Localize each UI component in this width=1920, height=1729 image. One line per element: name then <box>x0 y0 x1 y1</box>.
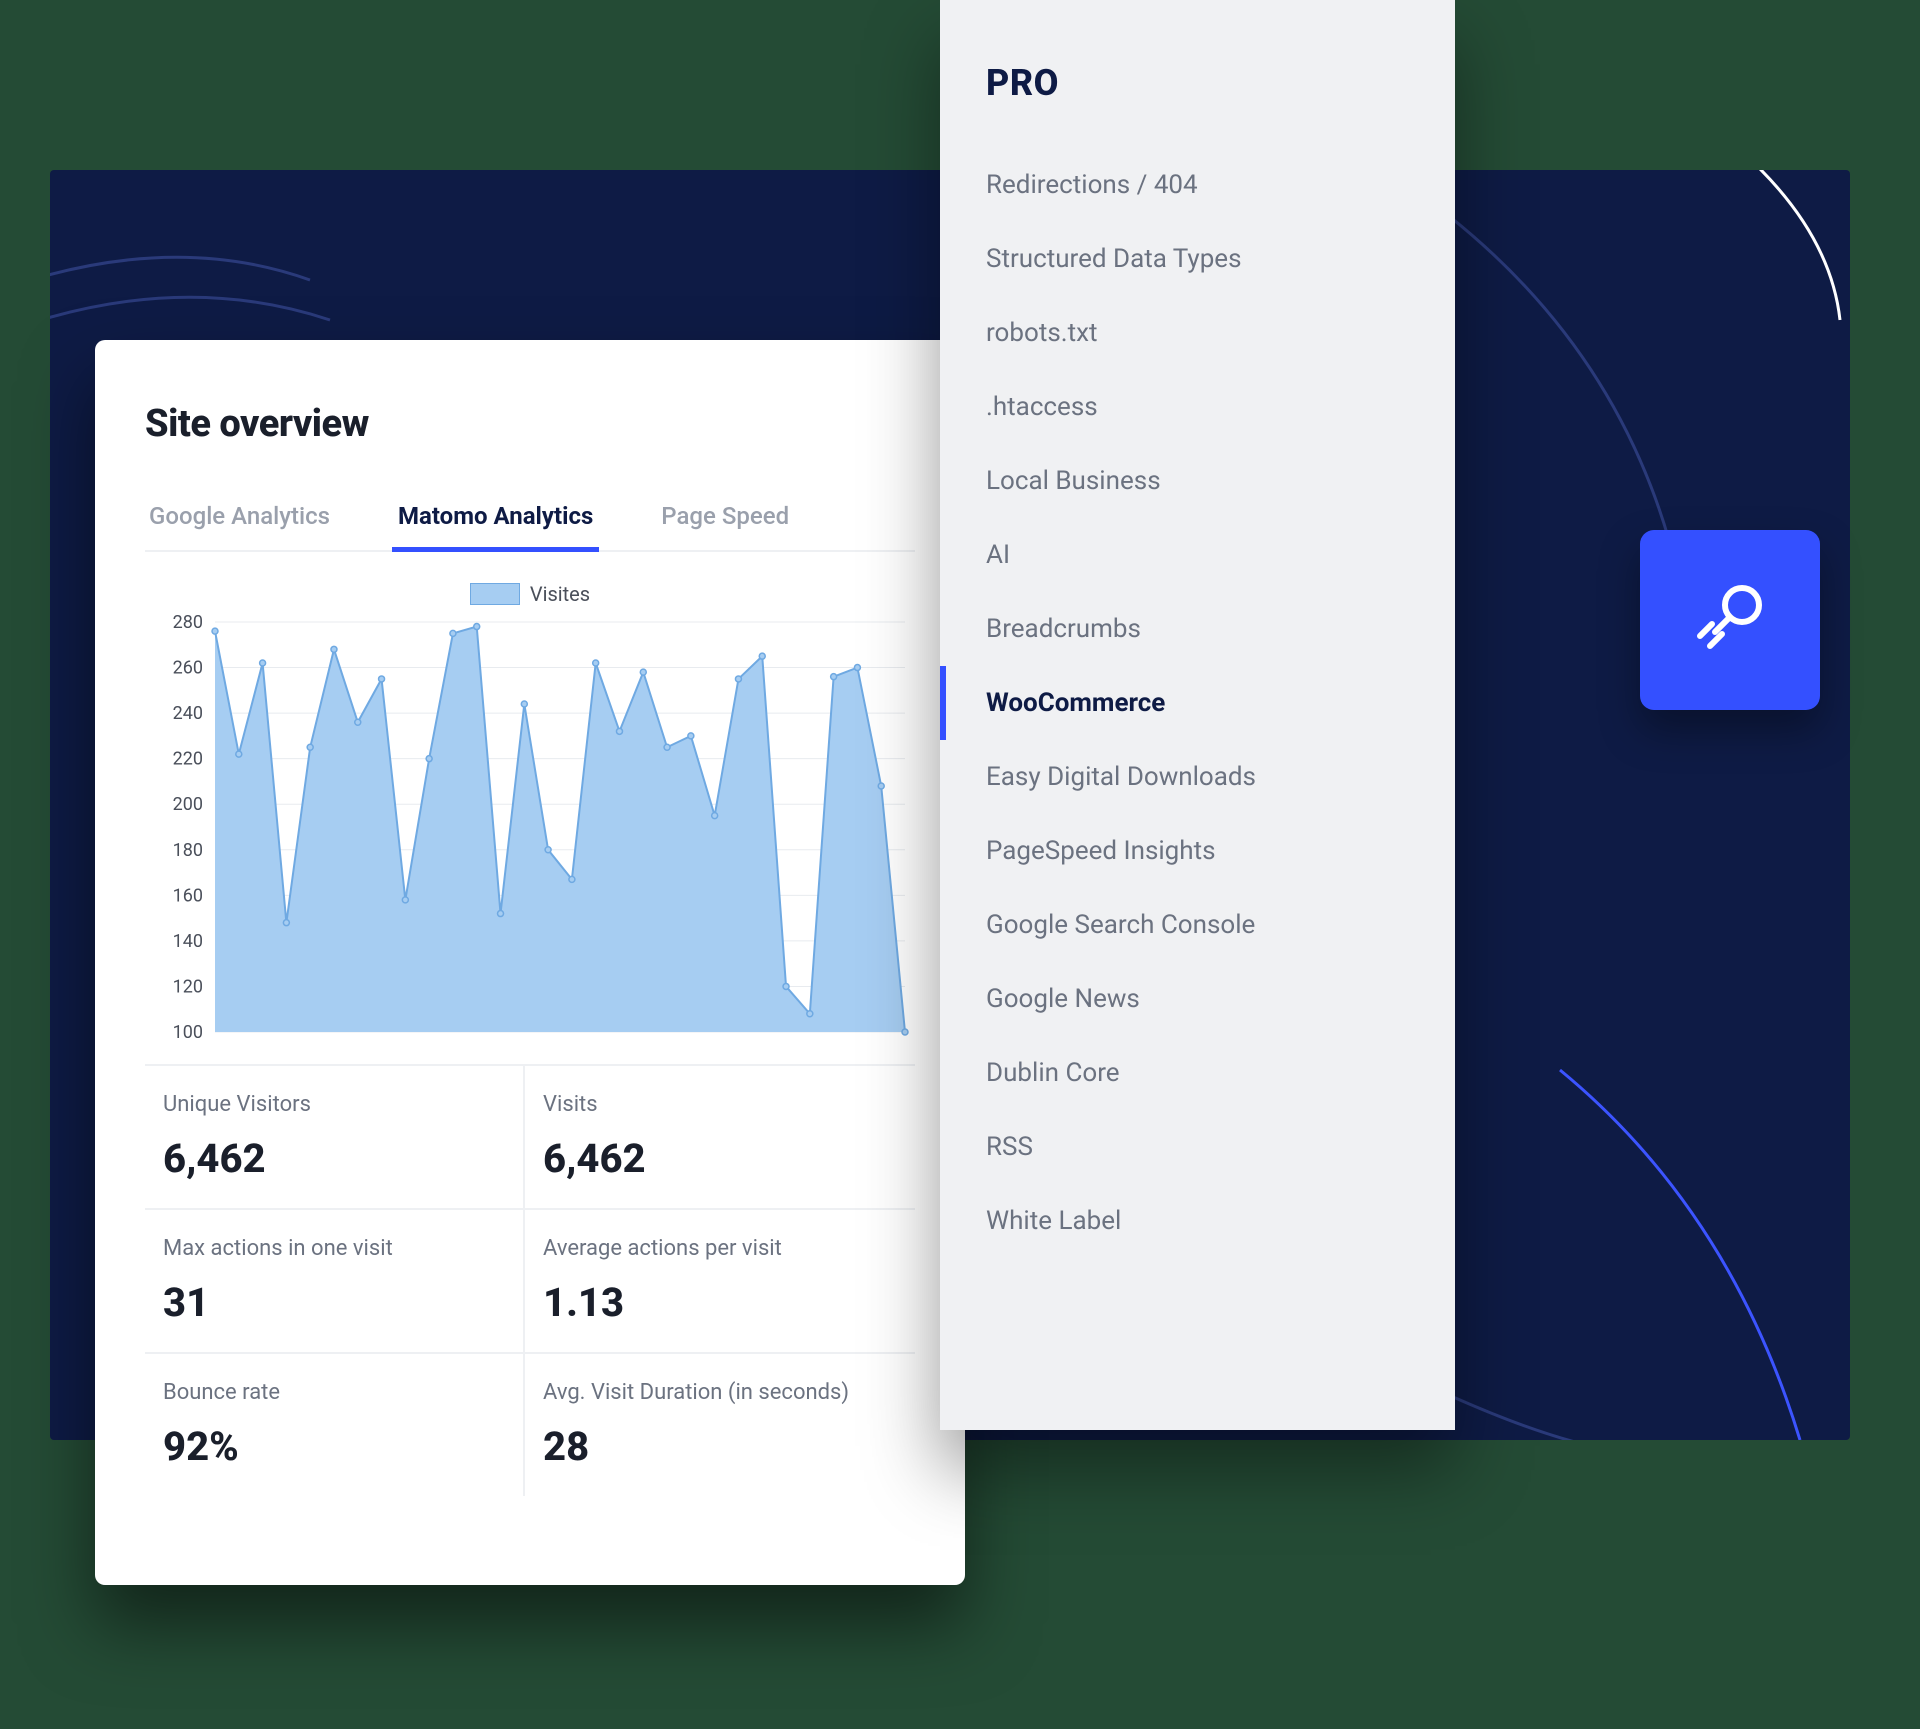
pro-title: PRO <box>940 40 1455 148</box>
tab-google-analytics[interactable]: Google Analytics <box>149 502 330 550</box>
pro-item-htaccess[interactable]: .htaccess <box>940 370 1455 444</box>
overview-title: Site overview <box>145 402 915 446</box>
svg-text:120: 120 <box>173 976 203 997</box>
metric-label: Avg. Visit Duration (in seconds) <box>543 1380 897 1405</box>
pro-item-white-label[interactable]: White Label <box>940 1184 1455 1258</box>
pro-item-local-business[interactable]: Local Business <box>940 444 1455 518</box>
pro-item-google-news[interactable]: Google News <box>940 962 1455 1036</box>
svg-text:180: 180 <box>173 840 203 861</box>
metric-value: 6,462 <box>543 1135 897 1182</box>
svg-text:200: 200 <box>173 794 203 815</box>
svg-text:260: 260 <box>173 658 203 679</box>
pro-menu-list: Redirections / 404Structured Data Typesr… <box>940 148 1455 1258</box>
metric-unique-visitors: Unique Visitors 6,462 <box>145 1066 525 1210</box>
metric-avg-duration: Avg. Visit Duration (in seconds) 28 <box>525 1354 915 1496</box>
pro-item-breadcrumbs[interactable]: Breadcrumbs <box>940 592 1455 666</box>
svg-text:240: 240 <box>173 703 203 724</box>
metric-visits: Visits 6,462 <box>525 1066 915 1210</box>
metric-value: 31 <box>163 1279 505 1326</box>
metric-avg-actions: Average actions per visit 1.13 <box>525 1210 915 1354</box>
pro-item-redirections-404[interactable]: Redirections / 404 <box>940 148 1455 222</box>
visits-chart: Visites 100 120 140 160 180 200 220 240 260 280 <box>145 582 915 1042</box>
metric-label: Visits <box>543 1092 897 1117</box>
pro-item-dublin-core[interactable]: Dublin Core <box>940 1036 1455 1110</box>
svg-text:220: 220 <box>173 749 203 770</box>
metric-label: Bounce rate <box>163 1380 505 1405</box>
rocket-search-icon <box>1680 570 1780 670</box>
metric-label: Max actions in one visit <box>163 1236 505 1261</box>
tab-matomo-analytics[interactable]: Matomo Analytics <box>398 502 593 550</box>
metric-bounce-rate: Bounce rate 92% <box>145 1354 525 1496</box>
metric-value: 28 <box>543 1423 897 1470</box>
analytics-tabs: Google Analytics Matomo Analytics Page S… <box>145 502 915 552</box>
svg-text:280: 280 <box>173 612 203 633</box>
chart-legend: Visites <box>145 582 915 606</box>
legend-label: Visites <box>530 582 590 606</box>
pro-item-rss[interactable]: RSS <box>940 1110 1455 1184</box>
pro-item-easy-digital-downloads[interactable]: Easy Digital Downloads <box>940 740 1455 814</box>
metrics-grid: Unique Visitors 6,462 Visits 6,462 Max a… <box>145 1064 915 1496</box>
tab-page-speed[interactable]: Page Speed <box>661 502 789 550</box>
svg-text:100: 100 <box>173 1022 203 1042</box>
pro-item-google-search-console[interactable]: Google Search Console <box>940 888 1455 962</box>
pro-item-ai[interactable]: AI <box>940 518 1455 592</box>
legend-swatch <box>470 583 520 605</box>
metric-value: 92% <box>163 1423 505 1470</box>
pro-sidebar: PRO Redirections / 404Structured Data Ty… <box>940 0 1455 1430</box>
site-overview-card: Site overview Google Analytics Matomo An… <box>95 340 965 1585</box>
pro-item-woocommerce[interactable]: WooCommerce <box>940 666 1455 740</box>
svg-text:160: 160 <box>173 885 203 906</box>
pro-item-robots-txt[interactable]: robots.txt <box>940 296 1455 370</box>
floating-search-badge <box>1640 530 1820 710</box>
metric-max-actions: Max actions in one visit 31 <box>145 1210 525 1354</box>
metric-value: 1.13 <box>543 1279 897 1326</box>
pro-item-pagespeed-insights[interactable]: PageSpeed Insights <box>940 814 1455 888</box>
pro-item-structured-data-types[interactable]: Structured Data Types <box>940 222 1455 296</box>
metric-label: Average actions per visit <box>543 1236 897 1261</box>
metric-value: 6,462 <box>163 1135 505 1182</box>
svg-text:140: 140 <box>173 931 203 952</box>
metric-label: Unique Visitors <box>163 1092 505 1117</box>
visits-chart-svg: 100 120 140 160 180 200 220 240 260 280 <box>145 612 915 1042</box>
